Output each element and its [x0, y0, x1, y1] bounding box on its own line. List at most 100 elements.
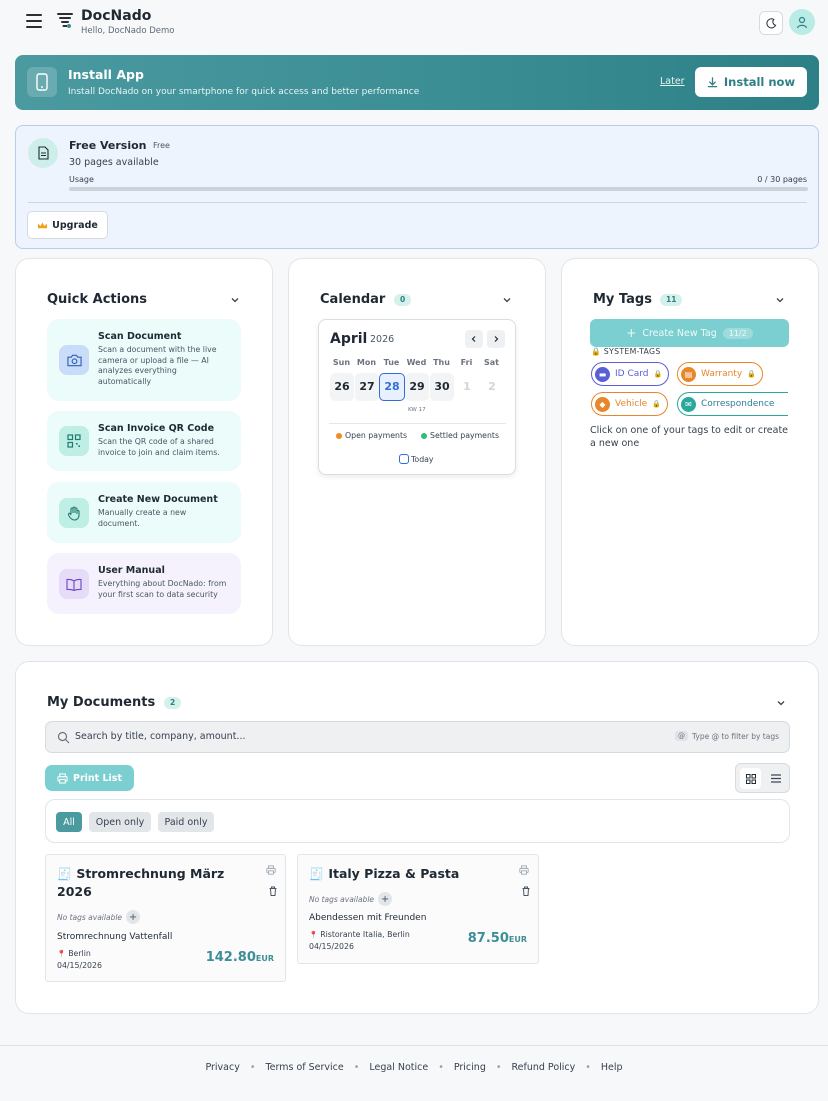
document-card[interactable]: 🧾 Italy Pizza & Pasta No tags available … — [297, 854, 539, 964]
hand-icon — [59, 498, 89, 528]
scan-invoice-qr-action[interactable]: Scan Invoice QR Code Scan the QR code of… — [47, 411, 241, 471]
calendar-day[interactable]: 30 — [430, 373, 454, 401]
upgrade-button[interactable]: Upgrade — [27, 211, 108, 239]
moon-icon — [765, 17, 776, 28]
chevron-right-icon — [494, 336, 499, 342]
filter-paid-only[interactable]: Paid only — [158, 812, 214, 832]
tag-limit-badge: 11/2 — [722, 327, 753, 339]
footer-link-pricing[interactable]: Pricing — [454, 1062, 486, 1073]
calendar-day-selected[interactable]: 28 — [379, 373, 405, 401]
amount-value: 142.80 — [205, 950, 256, 965]
usage-label: Usage — [69, 175, 94, 184]
trash-icon[interactable] — [521, 886, 531, 896]
chevron-down-icon[interactable] — [776, 698, 786, 708]
prev-week-button[interactable] — [465, 330, 483, 348]
system-tags-label: 🔒 SYSTEM-TAGS — [591, 347, 661, 356]
qa-title: Create New Document — [98, 494, 218, 505]
search-icon — [57, 731, 70, 744]
greeting-text: Hello, DocNado Demo — [81, 26, 175, 36]
usage-value: 0 / 30 pages — [757, 175, 807, 184]
grid-icon — [745, 773, 756, 784]
search-placeholder: Search by title, company, amount... — [75, 731, 246, 742]
list-view-button[interactable] — [765, 768, 786, 789]
tag-warranty[interactable]: ▤ Warranty 🔒 — [677, 362, 763, 386]
footer-separator: • — [585, 1062, 591, 1073]
tag-vehicle[interactable]: ◆ Vehicle 🔒 — [591, 392, 668, 416]
hamburger-menu-icon[interactable] — [26, 14, 42, 28]
install-now-button[interactable]: Install now — [695, 67, 807, 97]
footer-link-help[interactable]: Help — [601, 1062, 623, 1073]
document-icon — [28, 138, 58, 168]
printer-icon[interactable] — [519, 865, 529, 875]
calendar-day-other-month[interactable]: 2 — [480, 373, 504, 401]
tag-correspondence[interactable]: ✉ Correspondence — [677, 392, 788, 416]
print-list-button[interactable]: Print List — [45, 765, 134, 791]
usage-progress-bar — [69, 187, 808, 191]
qa-description: Scan a document with the live camera or … — [98, 345, 217, 387]
system-tags-text: SYSTEM-TAGS — [603, 347, 661, 356]
footer-separator: • — [249, 1062, 256, 1073]
chevron-down-icon[interactable] — [230, 295, 240, 305]
today-button[interactable]: Today — [399, 454, 434, 464]
quick-actions-card: Quick Actions Scan Document Scan a docum… — [15, 258, 273, 646]
chevron-down-icon[interactable] — [502, 295, 512, 305]
tag-label: Correspondence — [701, 399, 775, 409]
filter-all[interactable]: All — [56, 812, 82, 832]
create-new-tag-button[interactable]: + Create New Tag 11/2 — [590, 319, 789, 347]
tag-label: Vehicle — [615, 399, 648, 409]
calendar-day[interactable]: 26 — [330, 373, 354, 401]
qa-title: User Manual — [98, 565, 165, 576]
no-tags-text: No tags available — [57, 912, 123, 922]
amount-currency: EUR — [255, 954, 274, 963]
camera-icon — [59, 345, 89, 375]
calendar-day[interactable]: 29 — [405, 373, 429, 401]
tag-label: ID Card — [615, 369, 649, 379]
footer-link-refund[interactable]: Refund Policy — [511, 1062, 575, 1073]
user-manual-action[interactable]: User Manual Everything about DocNado: fr… — [47, 553, 241, 614]
later-link[interactable]: Later — [660, 76, 685, 87]
lock-icon: 🔒 — [747, 370, 756, 378]
document-amount: 142.80EUR — [206, 950, 274, 965]
document-subtitle: Abendessen mit Freunden — [309, 913, 427, 923]
upgrade-label: Upgrade — [52, 219, 98, 231]
install-description: Install DocNado on your smartphone for q… — [68, 87, 420, 97]
footer-link-terms[interactable]: Terms of Service — [265, 1062, 343, 1073]
add-tag-button[interactable]: + — [378, 892, 393, 906]
search-hint-text: Type @ to filter by tags — [691, 731, 779, 741]
footer-link-legal[interactable]: Legal Notice — [369, 1062, 428, 1073]
document-subtitle: Stromrechnung Vattenfall — [57, 932, 173, 942]
chevron-down-icon[interactable] — [775, 295, 785, 305]
list-icon — [770, 774, 781, 783]
orange-dot-icon — [336, 432, 342, 439]
qa-description: Everything about DocNado: from your firs… — [98, 579, 227, 599]
no-tags-row: No tags available + — [309, 892, 393, 906]
receipt-icon: ▤ — [681, 366, 696, 382]
mail-icon: ✉ — [681, 396, 696, 412]
user-icon — [796, 16, 808, 28]
calendar-day-other-month[interactable]: 1 — [455, 373, 479, 401]
legend-open-payments: Open payments — [336, 431, 407, 440]
tag-id-card[interactable]: ▬ ID Card 🔒 — [591, 362, 670, 386]
printer-icon[interactable] — [266, 865, 276, 875]
week-number: KW 17 — [408, 407, 426, 413]
filter-open-only[interactable]: Open only — [89, 812, 151, 832]
add-tag-button[interactable]: + — [126, 910, 141, 924]
tags-count-badge: 11 — [660, 294, 683, 306]
document-date: 04/15/2026 — [57, 961, 102, 970]
calendar-day[interactable]: 27 — [355, 373, 379, 401]
install-title: Install App — [68, 67, 144, 82]
document-card[interactable]: 🧾 Stromrechnung März 2026 No tags availa… — [45, 854, 286, 982]
qa-description: Scan the QR code of a shared invoice to … — [98, 437, 220, 457]
grid-view-button[interactable] — [740, 768, 761, 789]
pages-available: 30 pages available — [69, 157, 159, 168]
create-new-document-action[interactable]: Create New Document Manually create a ne… — [47, 482, 241, 543]
qa-title: Scan Document — [98, 331, 182, 342]
scan-document-action[interactable]: Scan Document Scan a document with the l… — [47, 319, 241, 401]
footer-link-privacy[interactable]: Privacy — [205, 1062, 239, 1073]
user-avatar-button[interactable] — [789, 9, 815, 35]
document-search-input[interactable]: Search by title, company, amount... @ Ty… — [45, 721, 790, 753]
trash-icon[interactable] — [268, 886, 278, 896]
next-week-button[interactable] — [487, 330, 505, 348]
lock-icon: 🔒 — [652, 400, 661, 408]
theme-toggle-button[interactable] — [759, 11, 783, 35]
